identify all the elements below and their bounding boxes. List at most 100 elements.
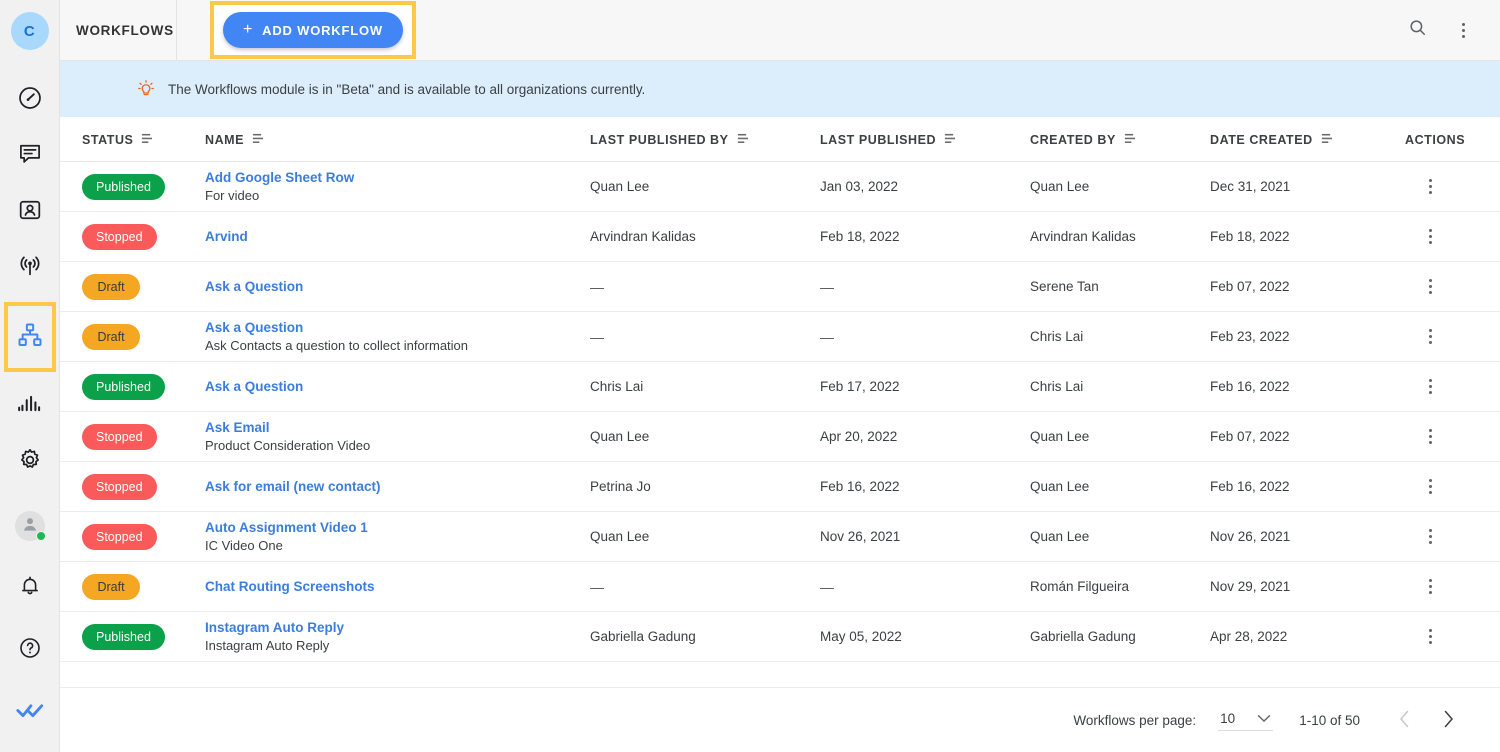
question-mark-icon xyxy=(18,636,42,665)
previous-page-button[interactable] xyxy=(1382,700,1426,740)
workflow-name-link[interactable]: Ask a Question xyxy=(205,379,590,394)
gear-icon xyxy=(17,447,43,478)
sidebar-item-analytics[interactable] xyxy=(8,384,52,428)
cell-created-by: Quan Lee xyxy=(1030,461,1210,512)
sort-icon[interactable] xyxy=(140,133,153,147)
table-row[interactable]: Draft Ask a Question — — Serene Tan Feb 07, 2… xyxy=(60,261,1500,312)
table-row[interactable]: Draft Chat Routing Screenshots — — Román Fil… xyxy=(60,561,1500,612)
cell-last-published-value: Apr 20, 2022 xyxy=(820,429,898,444)
column-label-last-published: LAST PUBLISHED xyxy=(820,133,937,147)
workflow-name-link[interactable]: Ask a Question xyxy=(205,320,590,335)
title-divider xyxy=(176,0,177,61)
row-actions-menu-button[interactable] xyxy=(1419,579,1441,594)
workflow-name-link[interactable]: Instagram Auto Reply xyxy=(205,620,590,635)
status-badge: Draft xyxy=(82,323,140,350)
cell-last-published-value: Jan 03, 2022 xyxy=(820,179,899,194)
sidebar-item-profile[interactable] xyxy=(8,504,52,548)
cell-last-published-value: May 05, 2022 xyxy=(820,629,902,644)
sidebar-item-dashboard[interactable] xyxy=(8,78,52,122)
column-header-actions: ACTIONS xyxy=(1405,117,1500,162)
cell-last-published: Feb 18, 2022 xyxy=(820,211,1030,262)
sidebar-item-chat[interactable] xyxy=(8,134,52,178)
cell-last-published-value: — xyxy=(820,278,834,295)
table-row[interactable]: Published Add Google Sheet Row For video Qu… xyxy=(60,161,1500,212)
column-header-last-published[interactable]: LAST PUBLISHED xyxy=(820,117,1030,162)
cell-date-created: Feb 18, 2022 xyxy=(1210,211,1405,262)
cell-name: Ask for email (new contact) xyxy=(205,461,590,512)
workflow-name-link[interactable]: Auto Assignment Video 1 xyxy=(205,520,590,535)
sidebar-item-settings[interactable] xyxy=(8,440,52,484)
sort-icon[interactable] xyxy=(1320,133,1333,147)
cell-created-by-value: Chris Lai xyxy=(1030,379,1084,394)
cell-created-by: Quan Lee xyxy=(1030,411,1210,462)
column-header-date-created[interactable]: DATE CREATED xyxy=(1210,117,1405,162)
cell-created-by: Gabriella Gadung xyxy=(1030,611,1210,662)
table-row[interactable]: Published Instagram Auto Reply Instagram A… xyxy=(60,611,1500,662)
cell-last-published-by-value: Arvindran Kalidas xyxy=(590,229,696,244)
table-row[interactable]: Stopped Arvind Arvindran Kalidas Feb 18, 20… xyxy=(60,211,1500,262)
page-range-label: 1-10 of 50 xyxy=(1299,712,1360,728)
column-header-status[interactable]: STATUS xyxy=(60,117,205,162)
cell-name: Ask a Question xyxy=(205,261,590,312)
column-header-name[interactable]: NAME xyxy=(205,117,590,162)
cell-created-by-value: Serene Tan xyxy=(1030,279,1099,294)
row-actions-menu-button[interactable] xyxy=(1419,179,1441,194)
search-button[interactable] xyxy=(1402,15,1432,45)
cell-date-created-value: Feb 07, 2022 xyxy=(1210,279,1290,294)
sidebar-item-contacts[interactable] xyxy=(8,190,52,234)
column-header-last-published-by[interactable]: LAST PUBLISHED BY xyxy=(590,117,820,162)
row-actions-menu-button[interactable] xyxy=(1419,329,1441,344)
cell-name: Instagram Auto Reply Instagram Auto Reply xyxy=(205,611,590,662)
sort-icon[interactable] xyxy=(736,133,749,147)
row-actions-menu-button[interactable] xyxy=(1419,479,1441,494)
cell-date-created: Nov 26, 2021 xyxy=(1210,511,1405,562)
row-actions-menu-button[interactable] xyxy=(1419,429,1441,444)
workflow-name-link[interactable]: Ask a Question xyxy=(205,279,590,294)
workflow-name-link[interactable]: Add Google Sheet Row xyxy=(205,170,590,185)
cell-status: Published xyxy=(60,161,205,212)
sidebar-item-app-logo[interactable] xyxy=(8,690,52,734)
cell-last-published-by: Quan Lee xyxy=(590,161,820,212)
cell-last-published-by-value: — xyxy=(590,278,604,295)
column-header-created-by[interactable]: CREATED BY xyxy=(1030,117,1210,162)
top-bar-more-button[interactable] xyxy=(1448,15,1478,45)
cell-last-published-by: Gabriella Gadung xyxy=(590,611,820,662)
row-actions-menu-button[interactable] xyxy=(1419,629,1441,644)
cell-date-created-value: Dec 31, 2021 xyxy=(1210,179,1291,194)
cell-actions xyxy=(1405,511,1500,562)
column-label-name: NAME xyxy=(205,133,245,147)
workspace-avatar[interactable]: C xyxy=(10,12,49,50)
sidebar-item-help[interactable] xyxy=(8,628,52,672)
cell-actions xyxy=(1405,311,1500,362)
add-workflow-button[interactable]: + ADD WORKFLOW xyxy=(223,12,403,48)
sidebar-item-notifications[interactable] xyxy=(8,566,52,610)
per-page-select[interactable]: 10 xyxy=(1218,709,1274,731)
cell-last-published-by: Arvindran Kalidas xyxy=(590,211,820,262)
bar-chart-icon xyxy=(17,391,43,422)
row-actions-menu-button[interactable] xyxy=(1419,229,1441,244)
row-actions-menu-button[interactable] xyxy=(1419,529,1441,544)
workflow-name-link[interactable]: Ask Email xyxy=(205,420,590,435)
status-badge: Stopped xyxy=(82,223,157,250)
table-row[interactable]: Published Ask a Question Chris Lai Feb 17, … xyxy=(60,361,1500,412)
sort-icon[interactable] xyxy=(1123,133,1136,147)
table-row[interactable]: Draft Ask a Question Ask Contacts a questi… xyxy=(60,311,1500,362)
row-actions-menu-button[interactable] xyxy=(1419,279,1441,294)
sidebar-item-broadcast[interactable] xyxy=(8,246,52,290)
sort-icon[interactable] xyxy=(251,133,264,147)
table-row[interactable]: Stopped Auto Assignment Video 1 IC Video O… xyxy=(60,511,1500,562)
sidebar: C xyxy=(0,0,60,752)
status-badge: Published xyxy=(82,173,165,200)
workflow-name-link[interactable]: Chat Routing Screenshots xyxy=(205,579,590,594)
workflow-name-link[interactable]: Ask for email (new contact) xyxy=(205,479,590,494)
sidebar-item-workflows[interactable] xyxy=(3,302,56,372)
table-row[interactable]: Stopped Ask Email Product Consideration Vi… xyxy=(60,411,1500,462)
cell-last-published: Apr 20, 2022 xyxy=(820,411,1030,462)
next-page-button[interactable] xyxy=(1426,700,1470,740)
cell-last-published-value: Feb 16, 2022 xyxy=(820,479,900,494)
workflow-name-link[interactable]: Arvind xyxy=(205,229,590,244)
table-row[interactable]: Stopped Ask for email (new contact) Petrin… xyxy=(60,461,1500,512)
sort-icon[interactable] xyxy=(943,133,956,147)
row-actions-menu-button[interactable] xyxy=(1419,379,1441,394)
cell-date-created: Feb 07, 2022 xyxy=(1210,261,1405,312)
